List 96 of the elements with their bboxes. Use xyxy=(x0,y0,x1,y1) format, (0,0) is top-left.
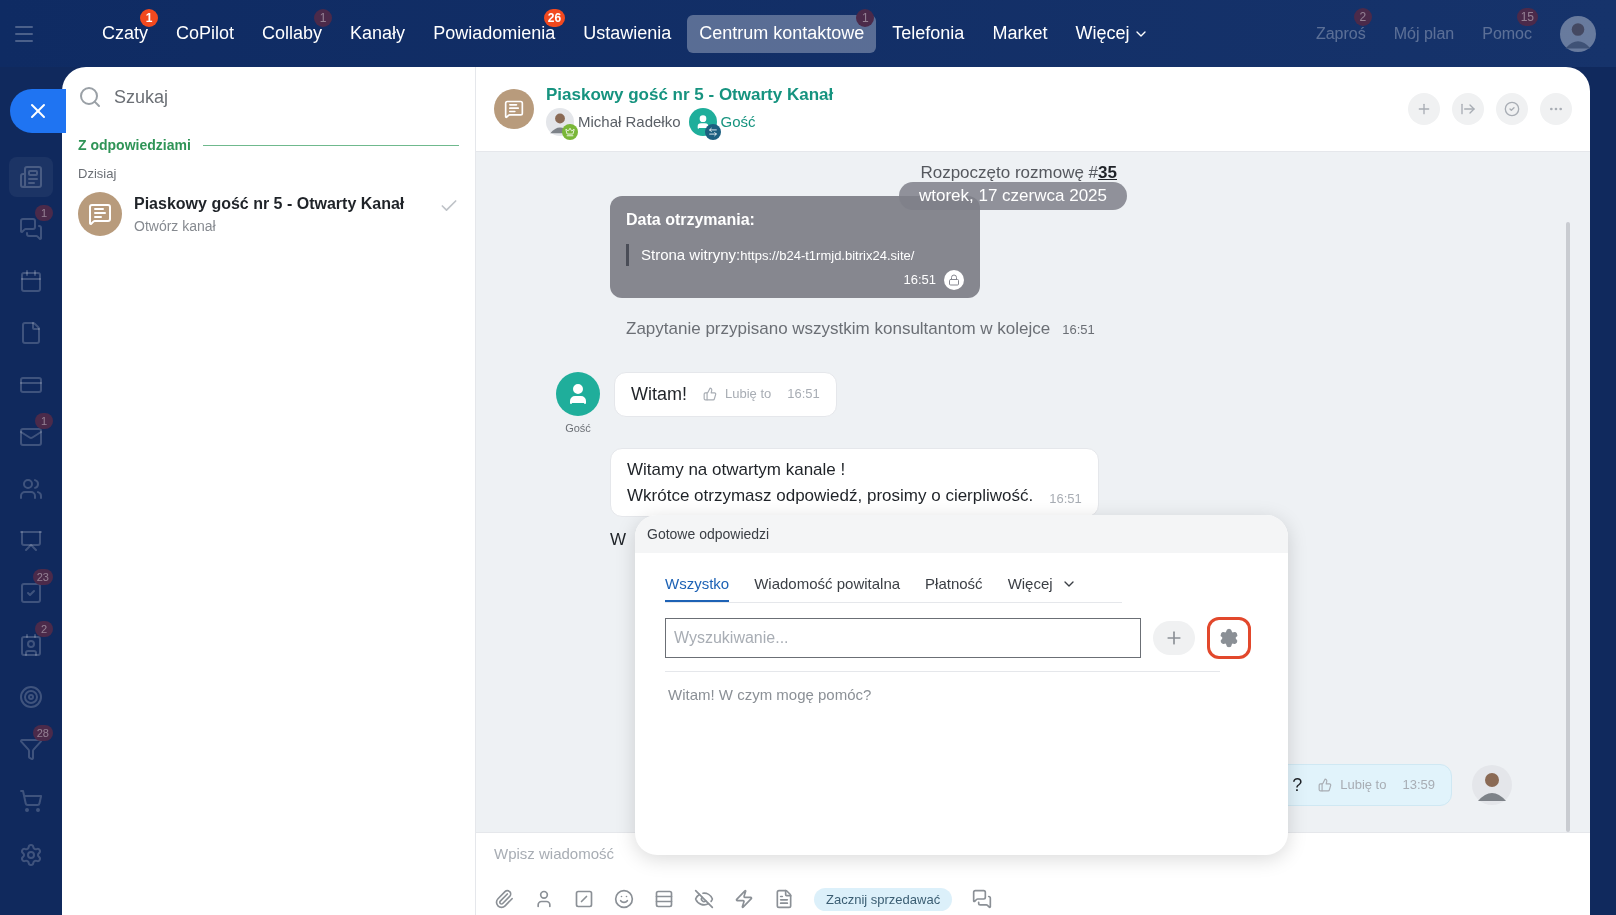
section-title: Z odpowiedziami xyxy=(78,136,191,155)
cart-icon xyxy=(19,789,43,813)
chat-list-item[interactable]: Piaskowy gość nr 5 - Otwarty Kanał Otwórz kanał xyxy=(62,183,475,245)
count-badge: 26 xyxy=(543,8,566,27)
category-tab[interactable]: Wiadomość powitalna xyxy=(754,573,901,602)
count-badge: 1 xyxy=(35,205,53,221)
site-link[interactable]: https://b24-t1rmjd.bitrix24.site/ xyxy=(740,245,915,265)
nav-tab[interactable]: Kanały xyxy=(338,14,418,53)
like-icon[interactable] xyxy=(1318,778,1333,792)
chat-icon[interactable] xyxy=(972,889,993,910)
document-icon[interactable] xyxy=(774,889,794,910)
funnel-icon xyxy=(19,737,43,761)
eye-off-icon[interactable] xyxy=(694,889,714,910)
message-text: Witamy na otwartym kanale ! xyxy=(627,459,847,481)
more-button[interactable] xyxy=(1540,93,1572,125)
count-badge: 1 xyxy=(314,8,333,27)
search-field[interactable]: Wyszukiwanie... xyxy=(665,617,1141,658)
message-text: W xyxy=(610,529,627,551)
people-icon xyxy=(19,477,43,501)
channel-avatar xyxy=(78,192,122,236)
conversation-link[interactable]: 35 xyxy=(1098,163,1117,182)
chat-title: Piaskowy gość nr 5 - Otwarty Kanał xyxy=(134,193,406,214)
category-tab[interactable]: Więcej xyxy=(1007,573,1077,602)
avatar-icon xyxy=(1472,765,1512,805)
category-tab[interactable]: Płatność xyxy=(925,573,983,602)
message-time: 16:51 xyxy=(1062,321,1095,339)
add-icon xyxy=(1416,101,1432,117)
group-label: Dzisiaj xyxy=(77,165,118,183)
count-badge: 1 xyxy=(856,8,875,27)
smile-icon[interactable] xyxy=(614,889,634,910)
forward-button[interactable] xyxy=(1452,93,1484,125)
message-text: Wkrótce otrzymasz odpowiedź, prosimy o cierpliwość. xyxy=(627,484,1034,507)
message-text: Witam! xyxy=(631,382,687,406)
settings-icon xyxy=(1219,627,1239,648)
chat-title[interactable]: Piaskowy gość nr 5 - Otwarty Kanał xyxy=(546,82,834,108)
lock-icon xyxy=(944,270,964,290)
rows-icon[interactable] xyxy=(654,889,674,910)
slash-icon[interactable] xyxy=(574,889,594,910)
message-time: 16:51 xyxy=(1049,489,1082,508)
search-field[interactable]: Szukaj xyxy=(114,83,459,111)
mail-icon xyxy=(19,425,43,449)
system-message: Zapytanie przypisano wszystkim konsultantom w kolejce xyxy=(626,318,1051,340)
popup-title: Gotowe odpowiedzi xyxy=(647,524,770,544)
tasks-icon xyxy=(19,581,43,605)
search-icon xyxy=(78,85,102,109)
author-name: Gość xyxy=(565,420,591,436)
chat-subtitle: Otwórz kanał xyxy=(134,216,217,236)
count-badge: 15 xyxy=(1516,7,1538,26)
message-title: Data otrzymania: xyxy=(626,209,756,230)
answer-item[interactable]: Witam! W czym mogę pomóc? xyxy=(668,683,1258,706)
channel-avatar xyxy=(494,89,534,129)
board-icon xyxy=(19,529,43,553)
check-button[interactable] xyxy=(1496,93,1528,125)
chats-icon xyxy=(19,217,43,241)
count-badge: 2 xyxy=(35,621,53,637)
member-name[interactable]: Michał Radełko xyxy=(578,110,681,133)
nav-tab[interactable]: Telefonia xyxy=(880,14,977,53)
message-time: 16:51 xyxy=(787,385,820,404)
conversation-start-notice: Rozpoczęto rozmowę # xyxy=(920,163,1099,182)
nav-tab[interactable]: Ustawienia xyxy=(571,14,684,53)
nav-tab[interactable]: Więcej xyxy=(1063,14,1162,53)
field-label: Strona witryny: xyxy=(641,244,741,265)
message-time: 13:59 xyxy=(1402,776,1435,795)
avatar-icon xyxy=(1560,15,1596,52)
guest-avatar xyxy=(556,371,600,416)
nav-tab[interactable]: CoPilot xyxy=(164,14,247,53)
add-button[interactable] xyxy=(1408,93,1440,125)
count-badge: 2 xyxy=(1353,7,1372,26)
user-icon[interactable] xyxy=(534,889,554,910)
settings-button[interactable] xyxy=(1207,616,1251,659)
document-icon xyxy=(19,321,43,345)
rail-item[interactable] xyxy=(9,157,53,197)
target-icon xyxy=(19,685,43,709)
nav-tab[interactable]: Market xyxy=(980,14,1060,53)
count-badge: 28 xyxy=(32,725,53,741)
check-icon xyxy=(1504,101,1520,117)
add-button[interactable] xyxy=(1153,620,1195,655)
count-badge: 1 xyxy=(35,413,53,429)
date-pill: wtorek, 17 czerwca 2025 xyxy=(898,181,1127,210)
newspaper-icon xyxy=(19,165,43,189)
paperclip-icon[interactable] xyxy=(494,889,514,910)
category-tab[interactable]: Wszystko xyxy=(665,573,730,602)
calendar-icon xyxy=(19,269,43,293)
settings-icon[interactable] xyxy=(19,843,43,867)
contact-icon xyxy=(19,633,43,657)
message-time: 16:51 xyxy=(903,271,936,290)
like-icon[interactable] xyxy=(703,387,717,401)
lightning-icon[interactable] xyxy=(734,889,754,910)
member-name[interactable]: Gość xyxy=(720,110,756,133)
count-badge: 23 xyxy=(32,569,53,585)
forward-icon xyxy=(1460,101,1476,117)
start-selling-button[interactable]: Zacznij sprzedawać xyxy=(814,887,953,911)
message-text: ? xyxy=(1292,773,1303,797)
message-input[interactable]: Wpisz wiadomość xyxy=(494,843,1572,866)
close-button[interactable] xyxy=(10,89,66,133)
count-badge: 1 xyxy=(140,8,158,27)
